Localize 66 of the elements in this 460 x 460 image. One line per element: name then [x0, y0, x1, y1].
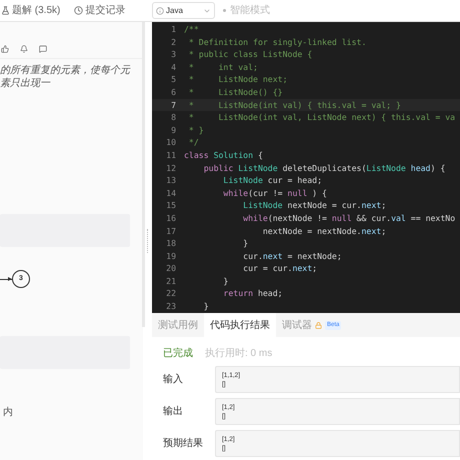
line-number: 18 [165, 237, 176, 250]
code-line: ListNode nextNode = cur.next; [242, 199, 386, 212]
splitter-handle[interactable] [147, 229, 148, 253]
line-number: 8 [170, 111, 176, 124]
code-line: } [242, 237, 248, 250]
code-line: * Definition for singly-linked list. [188, 36, 366, 48]
result-label: 预期结果 [163, 436, 204, 451]
code-line: } [202, 300, 209, 313]
code-line: * public class ListNode { [188, 48, 312, 61]
code-line: */ [188, 136, 199, 149]
code-line: nextNode = nextNode.next; [262, 224, 386, 238]
code-line: * } [188, 124, 204, 136]
line-number: 15 [165, 199, 176, 212]
line-number: 10 [165, 136, 176, 149]
line-number: 19 [165, 250, 176, 262]
line-number: 2 [170, 36, 176, 48]
code-line: * ListNode() {} [188, 86, 283, 99]
line-number: 12 [165, 162, 176, 174]
line-number: 3 [170, 48, 176, 61]
code-line: } [222, 274, 228, 288]
line-number: 11 [165, 148, 176, 162]
code-line: * ListNode next; [188, 73, 288, 86]
code-line: public ListNode deleteDuplicates(ListNode head) { [202, 162, 446, 174]
line-number: 14 [165, 186, 176, 200]
result-label: 输出 [163, 404, 184, 419]
line-number: 20 [165, 262, 176, 275]
code-line: return head; [222, 287, 283, 300]
bell-icon[interactable] [20, 45, 28, 53]
info-icon [156, 6, 164, 14]
language-select[interactable]: Java [152, 2, 215, 19]
line-number: 21 [165, 274, 176, 288]
code-editor[interactable] [152, 22, 460, 313]
description-text: 的所有重复的元素，使每个元素只出现一 [0, 64, 132, 90]
thumbs-up-icon[interactable] [1, 45, 9, 53]
line-number: 23 [165, 300, 176, 313]
code-line: cur.next = nextNode; [242, 250, 342, 262]
line-number: 1 [170, 23, 176, 36]
line-number: 22 [165, 287, 176, 300]
clock-icon [74, 6, 84, 15]
code-line: * ListNode(int val, ListNode next) { this.val = va [188, 111, 456, 124]
line-number: 9 [170, 124, 176, 136]
runtime-text: 执行用时: 0 ms [205, 346, 272, 361]
line-number: 17 [165, 224, 176, 238]
code-line: /** [184, 23, 199, 36]
line-number: 13 [165, 174, 176, 187]
code-line: while(cur != null ) { [222, 186, 327, 200]
code-line: * ListNode(int val) { this.val = val; } [188, 98, 401, 112]
code-line: cur = cur.next; [242, 262, 318, 275]
line-number: 5 [170, 73, 176, 86]
code-line: while(nextNode != null && cur.val == nextNo [242, 212, 456, 224]
flask-icon [1, 6, 10, 15]
status-text: 已完成 [163, 346, 193, 361]
arrow-line [0, 278, 12, 280]
nav-tab[interactable]: 题解 (3.5k) [1, 3, 60, 18]
comment-icon[interactable] [39, 45, 47, 53]
code-line: class Solution { [184, 148, 263, 162]
constraint-text: 内 [2, 406, 13, 420]
panel-tab[interactable]: 代码执行结果 [204, 313, 276, 337]
nav-tab[interactable]: 提交记录 [74, 3, 126, 18]
line-number: 16 [165, 212, 176, 224]
result-label: 输入 [163, 372, 184, 387]
line-number: 4 [170, 60, 176, 74]
line-number: 6 [170, 86, 176, 99]
code-line: ListNode cur = head; [222, 174, 322, 187]
line-number: 7 [170, 98, 176, 112]
code-line: * int val; [188, 60, 258, 74]
